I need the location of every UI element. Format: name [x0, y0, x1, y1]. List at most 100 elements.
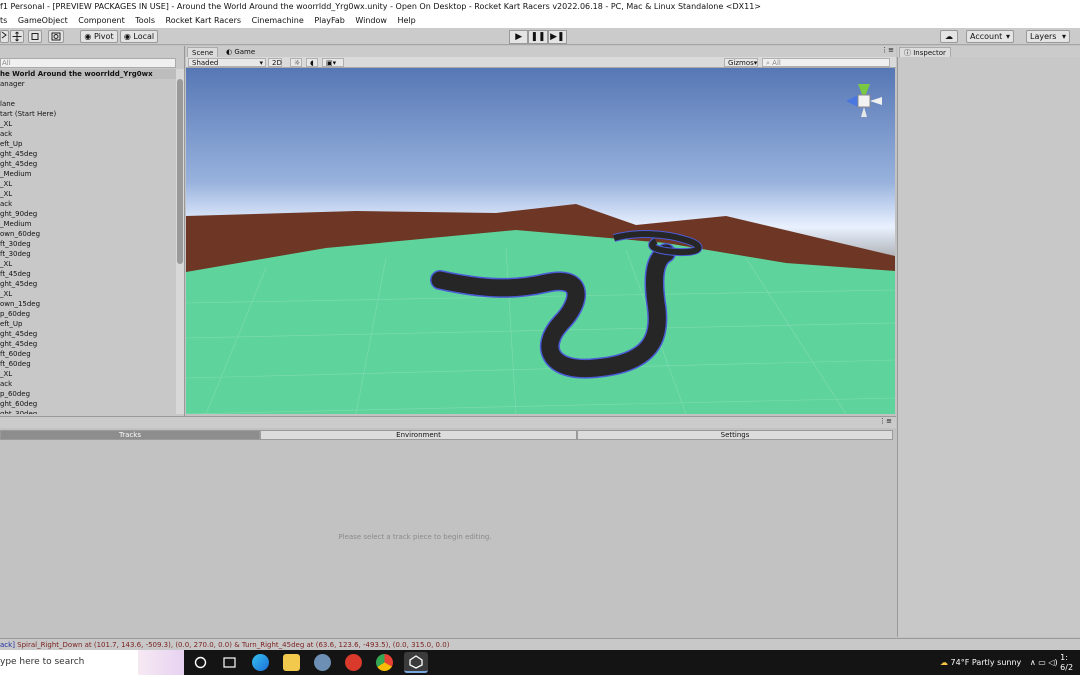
- hierarchy-item[interactable]: _Medium: [0, 219, 176, 229]
- rect-tool-icon[interactable]: [28, 30, 42, 43]
- transform-tool-icon[interactable]: [48, 30, 64, 43]
- unity-icon[interactable]: [404, 652, 428, 673]
- panel-menu-icon[interactable]: ⋮≡: [879, 417, 892, 425]
- view-tool-icon[interactable]: [0, 30, 9, 43]
- hierarchy-item[interactable]: _XL: [0, 259, 176, 269]
- local-label: Local: [133, 32, 155, 41]
- menu-rocket-kart-racers[interactable]: Rocket Kart Racers: [166, 16, 241, 25]
- hierarchy-item[interactable]: ack: [0, 129, 176, 139]
- cloud-icon[interactable]: ☁: [940, 30, 958, 43]
- menu-window[interactable]: Window: [355, 16, 387, 25]
- gizmos-dropdown[interactable]: Gizmos▾: [724, 58, 758, 67]
- hierarchy-scene-header[interactable]: he World Around the woorrldd_Yrg0wx: [0, 69, 176, 79]
- hierarchy-panel: All he World Around the woorrldd_Yrg0wx …: [0, 46, 185, 416]
- shading-mode-label: Shaded: [192, 59, 219, 67]
- tab-game[interactable]: ◐ Game: [222, 47, 259, 57]
- hierarchy-item[interactable]: ght_45deg: [0, 149, 176, 159]
- menu-assets[interactable]: ts: [0, 16, 7, 25]
- network-icon[interactable]: ▭: [1038, 658, 1046, 667]
- hierarchy-item[interactable]: ft_60deg: [0, 359, 176, 369]
- hierarchy-item[interactable]: ft_45deg: [0, 269, 176, 279]
- menu-cinemachine[interactable]: Cinemachine: [252, 16, 304, 25]
- hierarchy-item[interactable]: ft_30deg: [0, 249, 176, 259]
- shading-mode-dropdown[interactable]: Shaded ▾: [188, 58, 266, 67]
- inspector-panel: [897, 57, 1080, 637]
- hierarchy-scrollbar[interactable]: [176, 69, 184, 414]
- hierarchy-item[interactable]: _XL: [0, 289, 176, 299]
- hierarchy-item[interactable]: own_60deg: [0, 229, 176, 239]
- app-icon[interactable]: [314, 654, 331, 671]
- hierarchy-item[interactable]: lane: [0, 99, 176, 109]
- hierarchy-item[interactable]: p_60deg: [0, 309, 176, 319]
- effects-dropdown-icon[interactable]: ▣▾: [322, 58, 344, 67]
- hierarchy-item[interactable]: _XL: [0, 119, 176, 129]
- chrome-icon[interactable]: [345, 654, 362, 671]
- edge-browser-icon[interactable]: [252, 654, 269, 671]
- panel-menu-icon[interactable]: ⋮≡: [881, 46, 894, 54]
- status-prefix: ack]: [0, 641, 15, 649]
- hierarchy-item[interactable]: [0, 89, 176, 99]
- hierarchy-list: he World Around the woorrldd_Yrg0wx anag…: [0, 69, 176, 414]
- hierarchy-scroll-thumb[interactable]: [177, 79, 183, 264]
- hierarchy-item[interactable]: ght_90deg: [0, 209, 176, 219]
- hierarchy-item[interactable]: eft_Up: [0, 139, 176, 149]
- hierarchy-item[interactable]: ght_45deg: [0, 279, 176, 289]
- hierarchy-item[interactable]: _Medium: [0, 169, 176, 179]
- volume-icon[interactable]: ◁): [1048, 658, 1057, 667]
- pivot-button[interactable]: ◉ Pivot: [80, 30, 118, 43]
- audio-toggle-icon[interactable]: ◖: [306, 58, 318, 67]
- hierarchy-item[interactable]: ft_30deg: [0, 239, 176, 249]
- hierarchy-item[interactable]: ght_60deg: [0, 399, 176, 409]
- local-button[interactable]: ◉ Local: [120, 30, 158, 43]
- scene-search-input[interactable]: ⌕ All: [762, 58, 890, 67]
- task-view-icon[interactable]: [192, 654, 209, 671]
- menu-help[interactable]: Help: [397, 16, 415, 25]
- task-switcher-icon[interactable]: [221, 654, 238, 671]
- menu-gameobject[interactable]: GameObject: [18, 16, 68, 25]
- hierarchy-search-input[interactable]: All: [0, 58, 176, 68]
- hierarchy-item[interactable]: ght_45deg: [0, 159, 176, 169]
- tab-tracks[interactable]: Tracks: [0, 430, 260, 440]
- tab-scene[interactable]: Scene: [187, 47, 219, 57]
- hierarchy-item[interactable]: ght_45deg: [0, 339, 176, 349]
- console-status-bar[interactable]: ack] Spiral_Right_Down at (101.7, 143.6,…: [0, 638, 1080, 650]
- scene-viewport[interactable]: [186, 68, 895, 414]
- hierarchy-item[interactable]: own_15deg: [0, 299, 176, 309]
- local-icon: ◉: [123, 32, 131, 41]
- hierarchy-item[interactable]: ack: [0, 379, 176, 389]
- file-explorer-icon[interactable]: [283, 654, 300, 671]
- move-tool-icon[interactable]: [10, 30, 24, 43]
- account-dropdown[interactable]: Account ▾: [966, 30, 1014, 43]
- scene-tab-bar: Scene ◐ Game ⋮≡: [186, 46, 896, 57]
- menu-playfab[interactable]: PlayFab: [314, 16, 345, 25]
- tab-settings[interactable]: Settings: [577, 430, 893, 440]
- 2d-toggle-button[interactable]: 2D: [268, 58, 282, 67]
- menu-tools[interactable]: Tools: [135, 16, 155, 25]
- chevron-down-icon: ▾: [259, 59, 263, 67]
- clock[interactable]: 1: 6/2: [1060, 653, 1073, 673]
- layers-dropdown[interactable]: Layers ▾: [1026, 30, 1070, 43]
- hierarchy-item[interactable]: eft_Up: [0, 319, 176, 329]
- hierarchy-item[interactable]: _XL: [0, 369, 176, 379]
- taskbar-search-input[interactable]: ype here to search: [0, 650, 184, 675]
- weather-status[interactable]: 74°F Partly sunny: [951, 658, 1022, 667]
- tab-environment[interactable]: Environment: [260, 430, 577, 440]
- pause-button[interactable]: ❚❚: [528, 30, 548, 44]
- tab-inspector[interactable]: ⓘ Inspector: [899, 47, 951, 57]
- account-label: Account: [970, 32, 1003, 41]
- step-button[interactable]: ▶❚: [547, 30, 567, 44]
- hierarchy-item[interactable]: anager: [0, 79, 176, 89]
- menu-component[interactable]: Component: [78, 16, 124, 25]
- hierarchy-item[interactable]: ght_30deg: [0, 409, 176, 414]
- chevron-up-icon[interactable]: ∧: [1030, 658, 1036, 667]
- hierarchy-item[interactable]: ack: [0, 199, 176, 209]
- hierarchy-item[interactable]: ft_60deg: [0, 349, 176, 359]
- hierarchy-item[interactable]: p_60deg: [0, 389, 176, 399]
- hierarchy-item[interactable]: _XL: [0, 179, 176, 189]
- hierarchy-item[interactable]: tart (Start Here): [0, 109, 176, 119]
- play-button[interactable]: ▶: [509, 30, 529, 44]
- chrome-icon[interactable]: [376, 654, 393, 671]
- lighting-toggle-icon[interactable]: ☼: [290, 58, 302, 67]
- hierarchy-item[interactable]: ght_45deg: [0, 329, 176, 339]
- hierarchy-item[interactable]: _XL: [0, 189, 176, 199]
